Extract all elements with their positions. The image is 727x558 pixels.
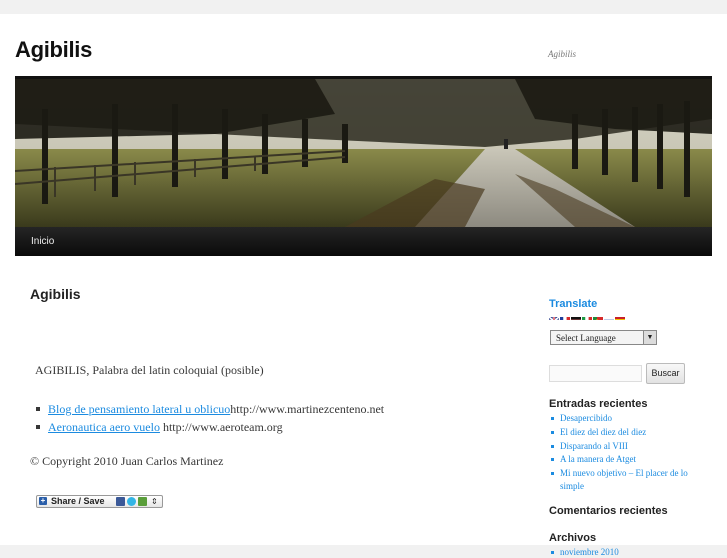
list-item[interactable]: Desapercibido [550,412,700,425]
language-select[interactable]: Select Language ▼ [550,330,657,345]
russia-flag-icon[interactable] [604,312,614,320]
main-navigation: Inicio [15,227,712,256]
share-save-button[interactable]: + Share / Save ⇕ [36,495,163,508]
spain-flag-icon[interactable] [615,312,625,320]
post-title: Agibilis [30,286,81,302]
bullet [551,458,554,461]
bullet [551,472,554,475]
germany-flag-icon[interactable] [571,312,581,320]
archive-link[interactable]: noviembre 2010 [560,547,619,557]
search-button[interactable]: Buscar [646,363,685,384]
list-item[interactable]: noviembre 2010 [550,546,619,558]
url-text: http://www.martinezcenteno.net [230,402,384,416]
chevron-down-icon: ▼ [643,331,656,344]
plus-icon: + [39,497,47,505]
archives-list: noviembre 2010 [550,546,619,558]
archives-title: Archivos [549,532,596,544]
bullet [36,407,40,411]
search-input[interactable] [549,365,642,382]
link-pensamiento-lateral[interactable]: Blog de pensamiento lateral u oblicuo [48,402,230,416]
copyright-text: © Copyright 2010 Juan Carlos Martinez [30,454,223,469]
share-service-icon [138,497,147,506]
list-item[interactable]: A la manera de Atget [550,453,700,466]
recent-comments-title: Comentarios recientes [549,505,668,517]
bullet [551,417,554,420]
recent-post-link[interactable]: Desapercibido [560,413,612,423]
bullet [551,431,554,434]
nav-item-inicio[interactable]: Inicio [31,227,54,256]
italy-flag-icon[interactable] [582,312,592,320]
post-link-list: Blog de pensamiento lateral u oblicuohtt… [36,400,384,436]
recent-post-link[interactable]: Disparando al VIII [560,441,628,451]
post-intro: AGIBILIS, Palabra del latin coloquial (p… [35,363,264,378]
recent-post-link[interactable]: A la manera de Atget [560,454,636,464]
list-item: Aeronautica aero vuelo http://www.aerote… [36,418,384,436]
language-select-value: Select Language [556,332,616,345]
translate-widget-title[interactable]: Translate [549,298,597,310]
share-save-label: Share / Save [51,496,105,507]
portugal-flag-icon[interactable] [593,312,603,320]
france-flag-icon[interactable] [560,312,570,320]
list-item[interactable]: El diez del diez del diez [550,426,700,439]
url-text: http://www.aeroteam.org [160,420,283,434]
site-title[interactable]: Agibilis [15,37,92,63]
chevron-updown-icon: ⇕ [151,496,158,507]
recent-post-link[interactable]: Mi nuevo objetivo – El placer de lo simp… [560,468,688,491]
facebook-icon [116,497,125,506]
list-item: Blog de pensamiento lateral u oblicuohtt… [36,400,384,418]
list-item[interactable]: Mi nuevo objetivo – El placer de lo simp… [550,467,700,493]
header-image [15,79,712,227]
bullet [36,425,40,429]
list-item[interactable]: Disparando al VIII [550,440,700,453]
bullet [551,551,554,554]
page: Agibilis Agibilis [0,14,727,545]
link-aeronautica[interactable]: Aeronautica aero vuelo [48,420,160,434]
recent-posts-list: Desapercibido El diez del diez del diez … [550,412,700,494]
bullet [551,445,554,448]
site-description: Agibilis [548,49,576,59]
recent-post-link[interactable]: El diez del diez del diez [560,427,646,437]
twitter-icon [127,497,136,506]
uk-flag-icon[interactable] [549,312,559,320]
recent-posts-title: Entradas recientes [549,398,647,410]
